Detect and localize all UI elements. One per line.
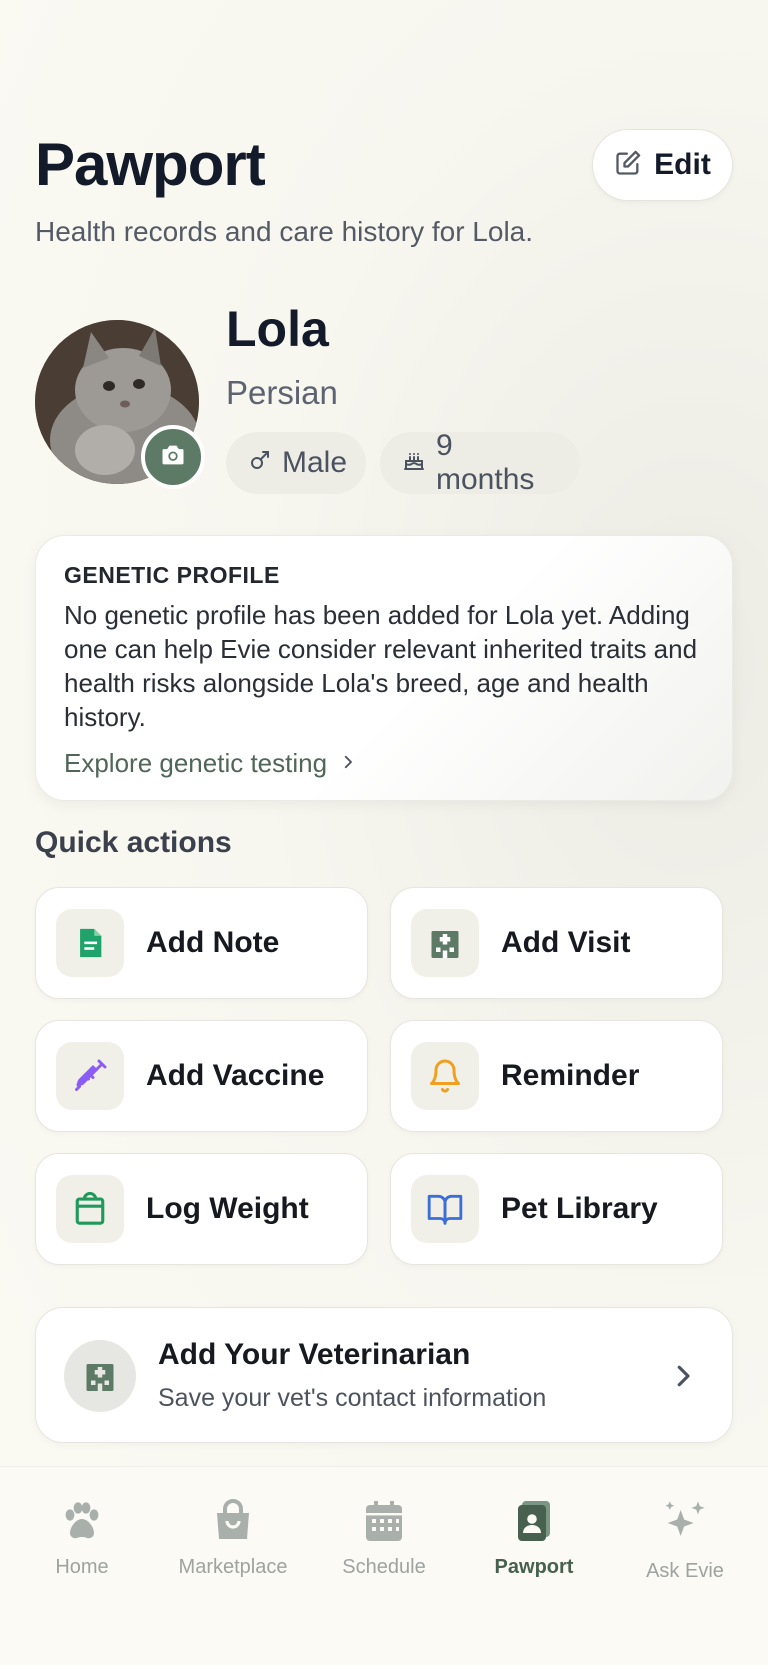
edit-icon (614, 149, 642, 182)
log-weight-button[interactable]: Log Weight (35, 1153, 368, 1265)
edit-button-label: Edit (654, 148, 711, 181)
nav-schedule[interactable]: Schedule (309, 1497, 459, 1579)
nav-home[interactable]: Home (7, 1497, 157, 1579)
pet-library-button[interactable]: Pet Library (390, 1153, 723, 1265)
bottom-nav: Home Marketplace Schedule Pawport Ask Ev… (0, 1466, 768, 1665)
add-vaccine-button[interactable]: Add Vaccine (35, 1020, 368, 1132)
add-veterinarian-card[interactable]: Add Your Veterinarian Save your vet's co… (35, 1307, 733, 1443)
add-veterinarian-title: Add Your Veterinarian (158, 1338, 471, 1371)
sex-chip: Male (226, 432, 366, 494)
pet-breed: Persian (226, 374, 338, 411)
genetic-profile-body: No genetic profile has been added for Lo… (64, 600, 698, 732)
nav-schedule-label: Schedule (342, 1556, 426, 1578)
change-photo-button[interactable] (141, 425, 205, 489)
nav-home-label: Home (55, 1556, 109, 1578)
genetic-profile-card: GENETIC PROFILE No genetic profile has b… (35, 535, 733, 801)
male-icon (248, 446, 272, 480)
sparkles-icon (658, 1497, 712, 1554)
hospital-icon (411, 909, 479, 977)
explore-genetic-testing-link[interactable]: Explore genetic testing (64, 748, 357, 779)
age-label: 9 months (436, 429, 535, 496)
pet-library-label: Pet Library (501, 1192, 658, 1225)
nav-pawport[interactable]: Pawport (459, 1497, 609, 1579)
calendar-icon (360, 1497, 408, 1550)
explore-genetic-testing-label: Explore genetic testing (64, 748, 328, 778)
pawport-screen: Pawport Health records and care history … (0, 0, 768, 1665)
reminder-button[interactable]: Reminder (390, 1020, 723, 1132)
pet-name: Lola (226, 301, 329, 357)
add-note-button[interactable]: Add Note (35, 887, 368, 999)
nav-ask-evie-label: Ask Evie (646, 1560, 724, 1582)
book-icon (411, 1175, 479, 1243)
add-visit-button[interactable]: Add Visit (390, 887, 723, 999)
chevron-right-icon (668, 1356, 698, 1401)
reminder-label: Reminder (501, 1059, 640, 1092)
weight-icon (56, 1175, 124, 1243)
nav-pawport-label: Pawport (494, 1556, 574, 1578)
chevron-right-icon (339, 748, 357, 779)
nav-marketplace-label: Marketplace (178, 1556, 288, 1578)
shopping-bag-icon (209, 1497, 257, 1550)
page-title: Pawport (35, 131, 266, 198)
add-note-label: Add Note (146, 926, 280, 959)
hospital-icon (64, 1340, 136, 1412)
age-chip: 9 months (380, 429, 580, 496)
paw-icon (57, 1497, 107, 1550)
note-icon (56, 909, 124, 977)
page-subtitle: Health records and care history for Lola… (35, 216, 534, 247)
add-visit-label: Add Visit (501, 926, 631, 959)
sex-label: Male (282, 446, 348, 479)
log-weight-label: Log Weight (146, 1192, 309, 1225)
nav-marketplace[interactable]: Marketplace (158, 1497, 308, 1579)
nav-ask-evie[interactable]: Ask Evie (610, 1497, 760, 1583)
camera-icon (159, 441, 187, 474)
add-vaccine-label: Add Vaccine (146, 1059, 325, 1092)
pawport-icon (510, 1497, 558, 1550)
syringe-icon (56, 1042, 124, 1110)
edit-button[interactable]: Edit (592, 129, 733, 201)
add-veterinarian-subtitle: Save your vet's contact information (158, 1384, 547, 1412)
bell-icon (411, 1042, 479, 1110)
quick-actions-title: Quick actions (35, 826, 232, 859)
genetic-profile-heading: GENETIC PROFILE (64, 562, 280, 588)
birthday-cake-icon (402, 446, 426, 480)
